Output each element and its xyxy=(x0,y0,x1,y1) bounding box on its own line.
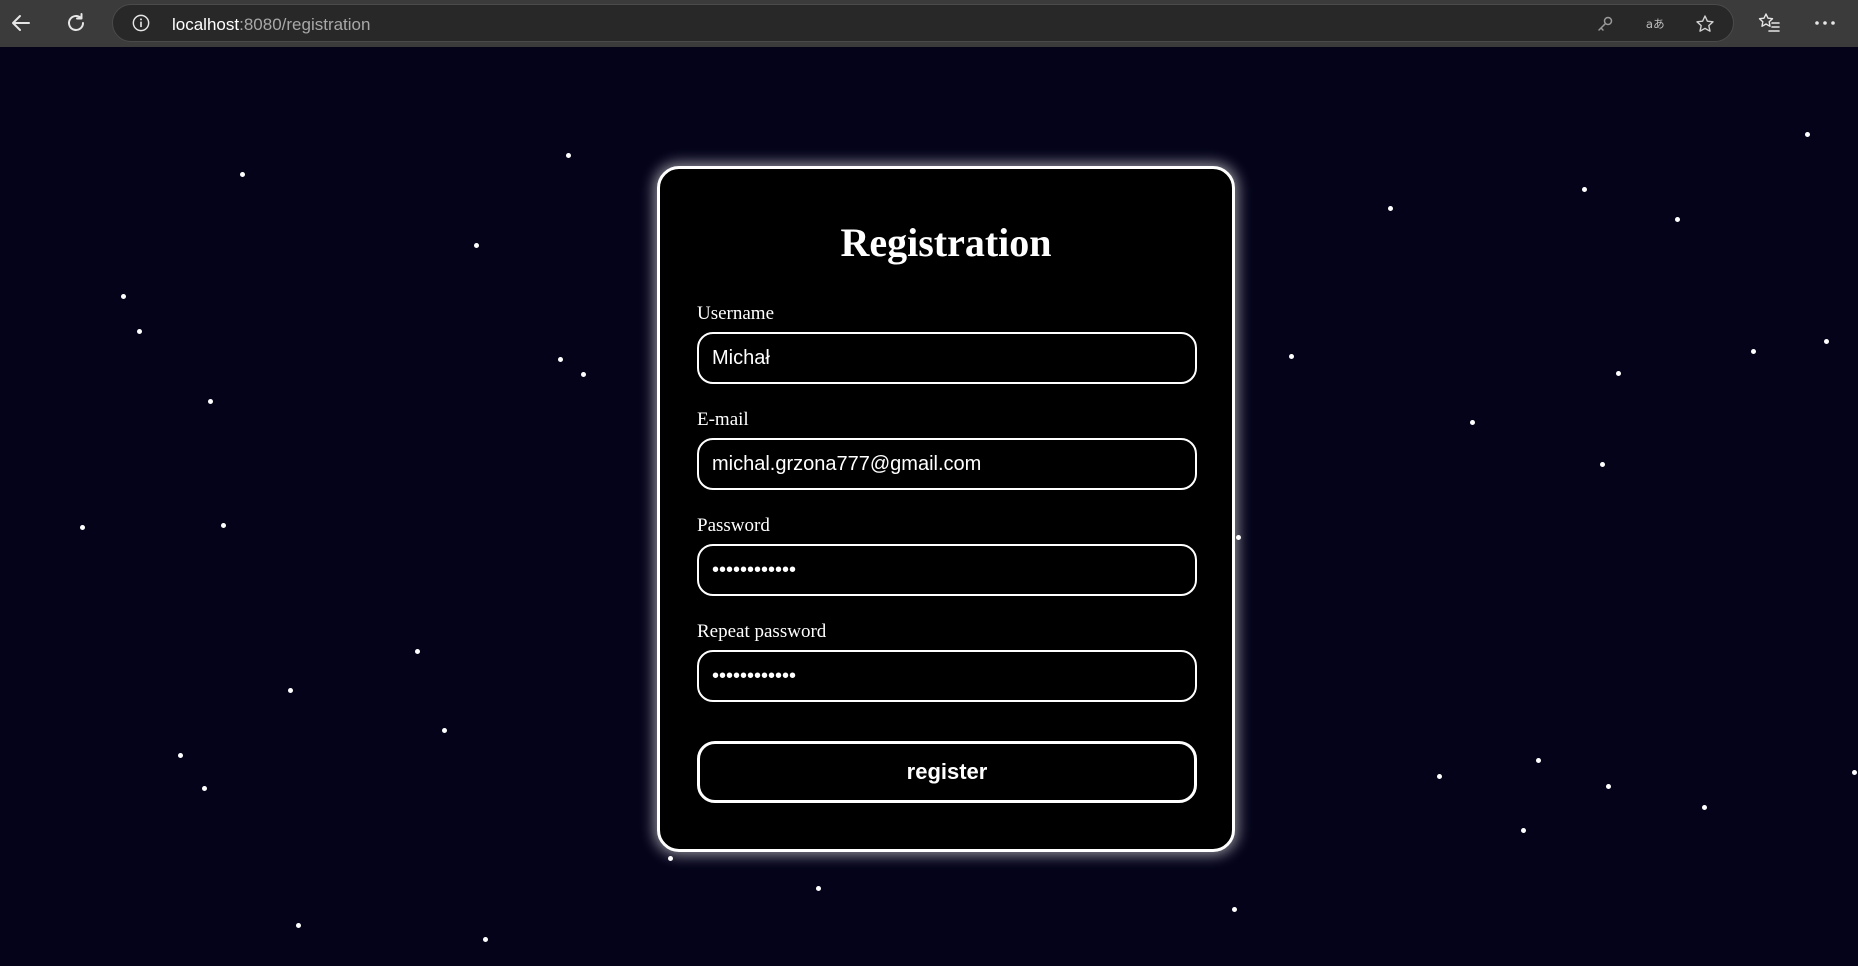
email-label: E-mail xyxy=(697,409,749,430)
star xyxy=(1521,828,1526,833)
favorites-icon[interactable] xyxy=(1758,12,1780,34)
star xyxy=(137,329,142,334)
address-bar[interactable]: localhost:8080/registration aあ xyxy=(112,4,1734,42)
star xyxy=(474,243,479,248)
star xyxy=(1675,217,1680,222)
star xyxy=(483,937,488,942)
reload-icon xyxy=(68,13,84,31)
star xyxy=(202,786,207,791)
star xyxy=(1606,784,1611,789)
read-aloud-icon[interactable]: aあ xyxy=(1645,14,1665,34)
star xyxy=(80,525,85,530)
star xyxy=(1437,774,1442,779)
key-icon[interactable] xyxy=(1595,14,1615,34)
password-input[interactable] xyxy=(697,544,1197,596)
star xyxy=(668,856,673,861)
star xyxy=(288,688,293,693)
star xyxy=(1582,187,1587,192)
star xyxy=(1751,349,1756,354)
info-icon[interactable] xyxy=(132,14,150,32)
star xyxy=(1388,206,1393,211)
star xyxy=(1616,371,1621,376)
browser-toolbar: localhost:8080/registration aあ xyxy=(0,0,1858,47)
registration-card: Registration Username E-mail Password Re… xyxy=(657,166,1235,852)
username-input[interactable] xyxy=(697,332,1197,384)
star xyxy=(415,649,420,654)
url-text[interactable]: localhost:8080/registration xyxy=(172,15,370,35)
star xyxy=(1470,420,1475,425)
star xyxy=(816,886,821,891)
star xyxy=(208,399,213,404)
email-input[interactable] xyxy=(697,438,1197,490)
star xyxy=(1236,535,1241,540)
star xyxy=(1536,758,1541,763)
more-icon[interactable] xyxy=(1812,12,1838,34)
star xyxy=(1852,770,1857,775)
star xyxy=(121,294,126,299)
star xyxy=(296,923,301,928)
page-title: Registration xyxy=(840,220,1052,265)
star xyxy=(1702,805,1707,810)
star xyxy=(566,153,571,158)
reload-button[interactable] xyxy=(61,8,91,38)
svg-text:aあ: aあ xyxy=(1646,17,1665,31)
back-button[interactable] xyxy=(6,8,36,38)
register-button[interactable]: register xyxy=(697,741,1197,803)
star xyxy=(1600,462,1605,467)
repeat-password-input[interactable] xyxy=(697,650,1197,702)
username-label: Username xyxy=(697,303,775,324)
url-host: localhost xyxy=(172,15,240,34)
star-icon[interactable] xyxy=(1695,14,1715,34)
star xyxy=(442,728,447,733)
star xyxy=(240,172,245,177)
star xyxy=(558,357,563,362)
star xyxy=(1232,907,1237,912)
star xyxy=(178,753,183,758)
star xyxy=(1824,339,1829,344)
repeat-password-label: Repeat password xyxy=(697,621,827,642)
star xyxy=(221,523,226,528)
password-label: Password xyxy=(697,515,770,536)
star xyxy=(1289,354,1294,359)
url-path: :8080/registration xyxy=(239,15,371,34)
star xyxy=(581,372,586,377)
back-arrow-icon xyxy=(12,15,30,31)
star xyxy=(1805,132,1810,137)
